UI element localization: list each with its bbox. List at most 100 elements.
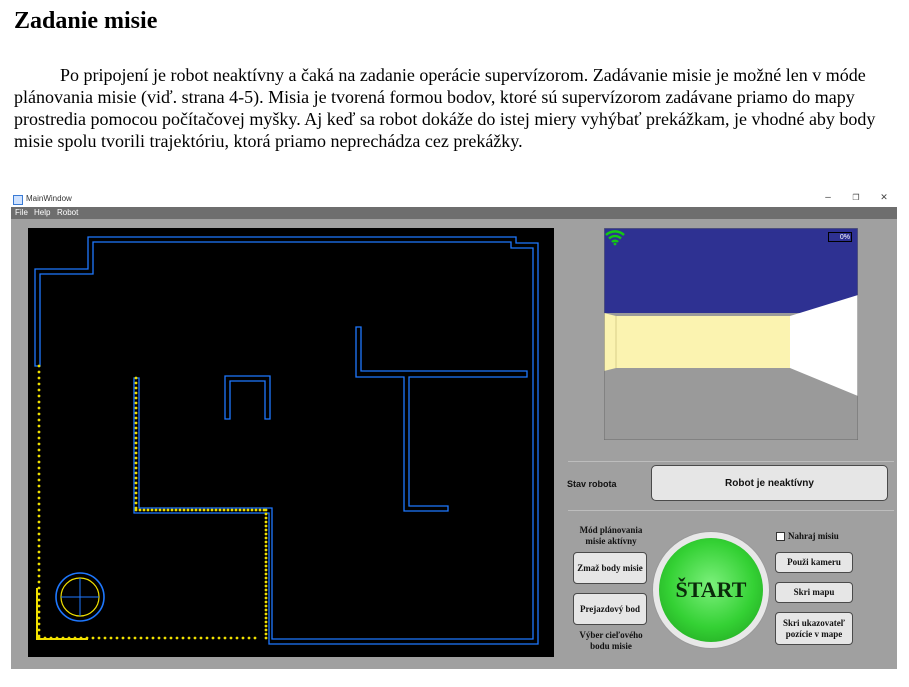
mission-point — [238, 508, 242, 512]
mission-point — [37, 394, 41, 398]
mission-point — [134, 496, 138, 500]
hide-pointer-button[interactable]: Skri ukazovateľ pozície v mape — [775, 612, 853, 645]
map-view[interactable] — [28, 228, 554, 657]
mission-point — [37, 520, 41, 524]
mission-point — [134, 471, 138, 475]
mission-point — [37, 436, 41, 440]
mission-point — [193, 636, 197, 640]
start-button[interactable]: ŠTART — [652, 531, 770, 649]
mission-point — [37, 628, 41, 632]
mission-point — [37, 430, 41, 434]
window-title: MainWindow — [26, 194, 72, 203]
minimize-icon[interactable]: – — [821, 192, 835, 203]
mission-point — [37, 490, 41, 494]
mission-point — [115, 636, 119, 640]
mission-path — [36, 364, 268, 640]
robot-status-button[interactable]: Robot je neaktívny — [651, 465, 888, 501]
mission-point — [134, 506, 138, 510]
mission-point — [37, 460, 41, 464]
close-icon[interactable]: ✕ — [877, 192, 891, 203]
mission-point — [134, 386, 138, 390]
mission-point — [37, 364, 41, 368]
mission-point — [37, 622, 41, 626]
mission-point — [134, 396, 138, 400]
mission-point — [264, 628, 268, 632]
mission-point — [264, 560, 268, 564]
mission-point — [264, 556, 268, 560]
mission-point — [229, 636, 233, 640]
mission-point — [37, 538, 41, 542]
mission-point — [133, 636, 137, 640]
mission-point — [134, 391, 138, 395]
mission-point — [37, 586, 41, 590]
mission-point — [134, 411, 138, 415]
mission-point — [109, 636, 113, 640]
mission-point — [175, 636, 179, 640]
mission-point — [264, 568, 268, 572]
checkbox-icon — [776, 531, 785, 541]
menu-help[interactable]: Help — [34, 208, 50, 217]
mission-point — [264, 536, 268, 540]
section-heading: Zadanie misie — [14, 8, 158, 34]
mission-point — [264, 596, 268, 600]
record-mission-checkbox[interactable]: Nahraj misiu — [776, 531, 839, 541]
mission-point — [262, 508, 266, 512]
mission-point — [264, 624, 268, 628]
window-titlebar: MainWindow – ❐ ✕ — [11, 192, 897, 207]
mission-point — [37, 592, 41, 596]
mission-point — [37, 370, 41, 374]
menu-robot[interactable]: Robot — [57, 208, 78, 217]
mission-point — [134, 486, 138, 490]
mission-point — [264, 516, 268, 520]
mission-point — [264, 632, 268, 636]
mission-point — [91, 636, 95, 640]
use-camera-button[interactable]: Použi kameru — [775, 552, 853, 573]
mission-point — [103, 636, 107, 640]
mission-point — [134, 451, 138, 455]
menu-file[interactable]: File — [15, 208, 28, 217]
mission-point — [37, 472, 41, 476]
mission-point — [166, 508, 170, 512]
app-icon — [13, 195, 23, 205]
mission-point — [134, 416, 138, 420]
mission-point — [264, 520, 268, 524]
mission-point — [37, 478, 41, 482]
mission-point — [178, 508, 182, 512]
mission-point — [37, 508, 41, 512]
panel-divider-bottom — [568, 510, 894, 511]
mission-point — [163, 636, 167, 640]
mission-point — [181, 636, 185, 640]
mission-point — [234, 508, 238, 512]
mission-point — [264, 564, 268, 568]
clear-points-button[interactable]: Zmaž body misie — [573, 552, 647, 584]
mission-point — [264, 524, 268, 528]
mission-point — [186, 508, 190, 512]
mission-point — [37, 526, 41, 530]
mission-point — [37, 454, 41, 458]
mission-point — [254, 508, 258, 512]
mission-point — [226, 508, 230, 512]
mission-point — [37, 466, 41, 470]
mission-point — [182, 508, 186, 512]
mission-point — [264, 592, 268, 596]
wifi-icon — [605, 230, 625, 246]
mission-point — [37, 376, 41, 380]
mission-point — [202, 508, 206, 512]
waypoint-button[interactable]: Prejazdový bod — [573, 593, 647, 625]
mission-point — [264, 540, 268, 544]
mission-point — [199, 636, 203, 640]
hide-map-button[interactable]: Skri mapu — [775, 582, 853, 603]
mission-point — [150, 508, 154, 512]
mission-point — [264, 636, 268, 640]
mission-point — [242, 508, 246, 512]
camera-scene — [604, 228, 858, 440]
mission-point — [157, 636, 161, 640]
mission-point — [253, 636, 257, 640]
robot-marker — [55, 572, 105, 622]
mission-point — [250, 508, 254, 512]
mission-point — [214, 508, 218, 512]
maximize-icon[interactable]: ❐ — [849, 193, 863, 202]
mission-point — [211, 636, 215, 640]
mission-point — [247, 636, 251, 640]
mission-point — [97, 636, 101, 640]
